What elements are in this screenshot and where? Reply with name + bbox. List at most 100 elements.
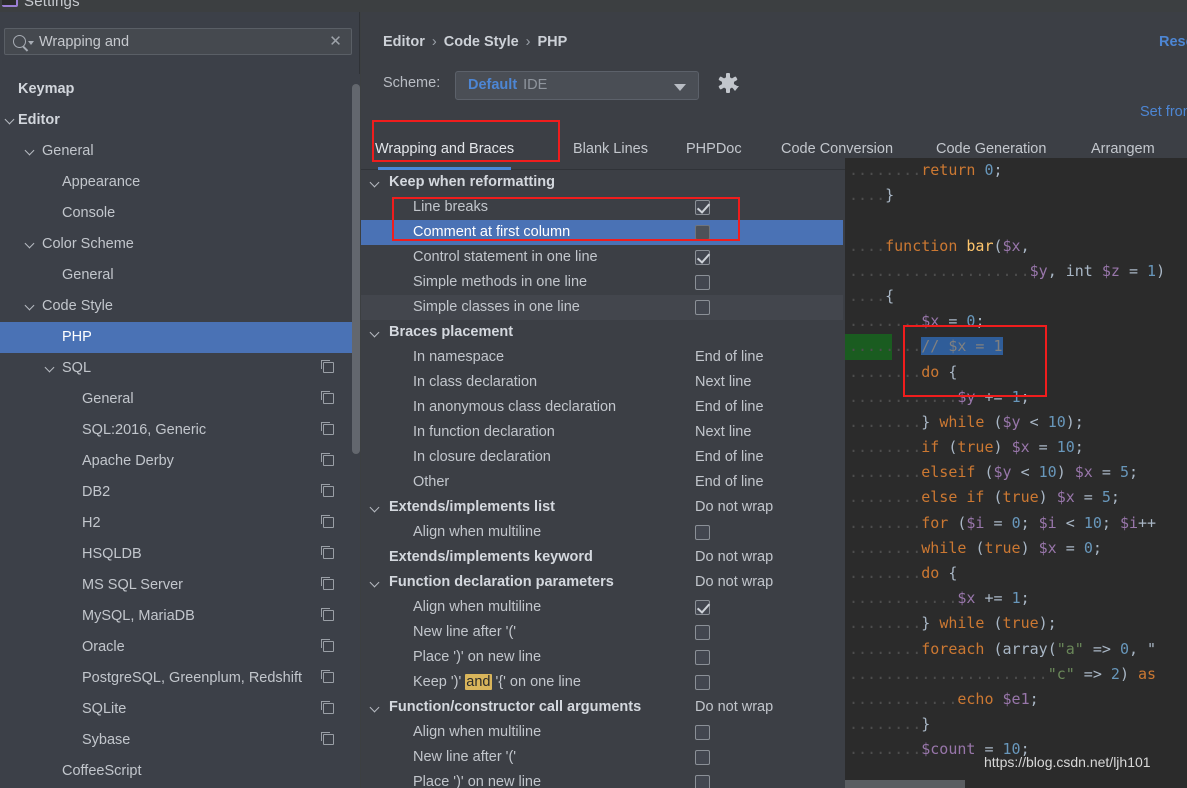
sidebar-scrollbar-thumb[interactable]: [352, 84, 360, 454]
sidebar-item-general[interactable]: General: [0, 260, 352, 291]
sidebar-item-keymap[interactable]: Keymap: [0, 74, 352, 105]
option-row[interactable]: Extends/implements list Do not wrap: [361, 495, 843, 520]
option-row[interactable]: Other End of line: [361, 470, 843, 495]
copy-icon[interactable]: [320, 700, 334, 714]
sidebar-item-editor[interactable]: Editor: [0, 105, 352, 136]
chevron-down-icon[interactable]: [674, 84, 686, 91]
option-row[interactable]: In anonymous class declaration End of lin…: [361, 395, 843, 420]
code-line[interactable]: ........do {: [845, 561, 1187, 586]
option-row[interactable]: Control statement in one line: [361, 245, 843, 270]
option-checkbox[interactable]: [695, 600, 710, 615]
option-row[interactable]: Keep ')' and '{' on one line: [361, 670, 843, 695]
option-row[interactable]: Simple classes in one line: [361, 295, 843, 320]
sidebar-item-code-style[interactable]: Code Style: [0, 291, 352, 322]
option-value[interactable]: Do not wrap: [695, 495, 773, 520]
option-row[interactable]: Function declaration parameters Do not wr…: [361, 570, 843, 595]
option-value[interactable]: Next line: [695, 420, 751, 445]
code-line[interactable]: ........for ($i = 0; $i < 10; $i++: [845, 511, 1187, 536]
copy-icon[interactable]: [320, 421, 334, 435]
copy-icon[interactable]: [320, 390, 334, 404]
code-horizontal-scrollbar[interactable]: [845, 780, 965, 788]
option-row[interactable]: Align when multiline: [361, 720, 843, 745]
chevron-down-icon[interactable]: [26, 302, 35, 311]
code-line[interactable]: [845, 208, 1187, 233]
option-checkbox[interactable]: [695, 525, 710, 540]
option-value[interactable]: End of line: [695, 470, 764, 495]
sidebar-item-apache-derby[interactable]: Apache Derby: [0, 446, 352, 477]
sidebar-item-sql-2016-generic[interactable]: SQL:2016, Generic: [0, 415, 352, 446]
copy-icon[interactable]: [320, 452, 334, 466]
option-row[interactable]: New line after '(': [361, 745, 843, 770]
chevron-down-icon[interactable]: [371, 329, 379, 337]
tab-wrapping-and-braces[interactable]: Wrapping and Braces: [375, 130, 514, 170]
copy-icon[interactable]: [320, 669, 334, 683]
chevron-down-icon[interactable]: [28, 41, 34, 45]
chevron-down-icon[interactable]: [6, 116, 15, 125]
sidebar-item-console[interactable]: Console: [0, 198, 352, 229]
option-checkbox[interactable]: [695, 750, 710, 765]
option-value[interactable]: End of line: [695, 445, 764, 470]
code-line[interactable]: ........while (true) $x = 0;: [845, 536, 1187, 561]
sidebar-item-h2[interactable]: H2: [0, 508, 352, 539]
option-value[interactable]: Do not wrap: [695, 570, 773, 595]
sidebar-item-postgresql-greenplum-redshift[interactable]: PostgreSQL, Greenplum, Redshift: [0, 663, 352, 694]
code-line[interactable]: ........elseif ($y < 10) $x = 5;: [845, 460, 1187, 485]
breadcrumb-item[interactable]: PHP: [538, 34, 568, 50]
sidebar-item-appearance[interactable]: Appearance: [0, 167, 352, 198]
close-icon[interactable]: ✕: [328, 34, 343, 49]
option-checkbox[interactable]: [695, 650, 710, 665]
option-row[interactable]: In namespace End of line: [361, 345, 843, 370]
sidebar-item-sybase[interactable]: Sybase: [0, 725, 352, 756]
option-row[interactable]: Place ')' on new line: [361, 770, 843, 788]
scheme-select[interactable]: Default IDE: [455, 71, 699, 100]
breadcrumb-item[interactable]: Editor: [383, 34, 425, 50]
option-value[interactable]: Do not wrap: [695, 545, 773, 570]
gear-icon[interactable]: [717, 72, 739, 94]
code-preview[interactable]: ........return 0;....} ....function bar($…: [845, 158, 1187, 788]
copy-icon[interactable]: [320, 483, 334, 497]
copy-icon[interactable]: [320, 545, 334, 559]
option-row[interactable]: Align when multiline: [361, 520, 843, 545]
option-value[interactable]: End of line: [695, 395, 764, 420]
option-row[interactable]: Comment at first column: [361, 220, 843, 245]
copy-icon[interactable]: [320, 731, 334, 745]
code-line[interactable]: ........// $x = 1: [845, 334, 1187, 360]
option-row[interactable]: Keep when reformatting: [361, 170, 843, 195]
chevron-down-icon[interactable]: [371, 704, 379, 712]
code-line[interactable]: ........foreach (array("a" => 0, ": [845, 637, 1187, 662]
option-row[interactable]: Line breaks: [361, 195, 843, 220]
sidebar-item-coffeescript[interactable]: CoffeeScript: [0, 756, 352, 787]
sidebar-item-mysql-mariadb[interactable]: MySQL, MariaDB: [0, 601, 352, 632]
chevron-down-icon[interactable]: [46, 364, 55, 373]
search-field[interactable]: Wrapping and ✕: [4, 28, 352, 55]
option-checkbox[interactable]: [695, 775, 710, 788]
option-row[interactable]: In function declaration Next line: [361, 420, 843, 445]
search-input[interactable]: Wrapping and: [39, 33, 319, 52]
option-row[interactable]: Place ')' on new line: [361, 645, 843, 670]
code-line[interactable]: ........if (true) $x = 10;: [845, 435, 1187, 460]
copy-icon[interactable]: [320, 638, 334, 652]
sidebar-item-general[interactable]: General: [0, 384, 352, 415]
code-line[interactable]: ........return 0;: [845, 158, 1187, 183]
code-line[interactable]: ........} while ($y < 10);: [845, 410, 1187, 435]
code-line[interactable]: ........else if (true) $x = 5;: [845, 485, 1187, 510]
chevron-down-icon[interactable]: [26, 240, 35, 249]
sidebar-item-color-scheme[interactable]: Color Scheme: [0, 229, 352, 260]
code-line[interactable]: ........}: [845, 712, 1187, 737]
tab-blank-lines[interactable]: Blank Lines: [573, 130, 648, 170]
option-row[interactable]: Simple methods in one line: [361, 270, 843, 295]
code-line[interactable]: ......................"c" => 2) as: [845, 662, 1187, 687]
code-line[interactable]: ........$x = 0;: [845, 309, 1187, 334]
code-line[interactable]: ............$x += 1;: [845, 586, 1187, 611]
sidebar-item-db2[interactable]: DB2: [0, 477, 352, 508]
chevron-down-icon[interactable]: [371, 579, 379, 587]
code-line[interactable]: ....}: [845, 183, 1187, 208]
code-line[interactable]: ........} while (true);: [845, 611, 1187, 636]
sidebar-item-sql[interactable]: SQL: [0, 353, 352, 384]
sidebar-scrollbar[interactable]: [352, 74, 360, 788]
code-line[interactable]: ....................$y, int $z = 1): [845, 259, 1187, 284]
copy-icon[interactable]: [320, 607, 334, 621]
sidebar-item-general[interactable]: General: [0, 136, 352, 167]
option-checkbox[interactable]: [695, 300, 710, 315]
sidebar-item-php[interactable]: PHP: [0, 322, 352, 353]
